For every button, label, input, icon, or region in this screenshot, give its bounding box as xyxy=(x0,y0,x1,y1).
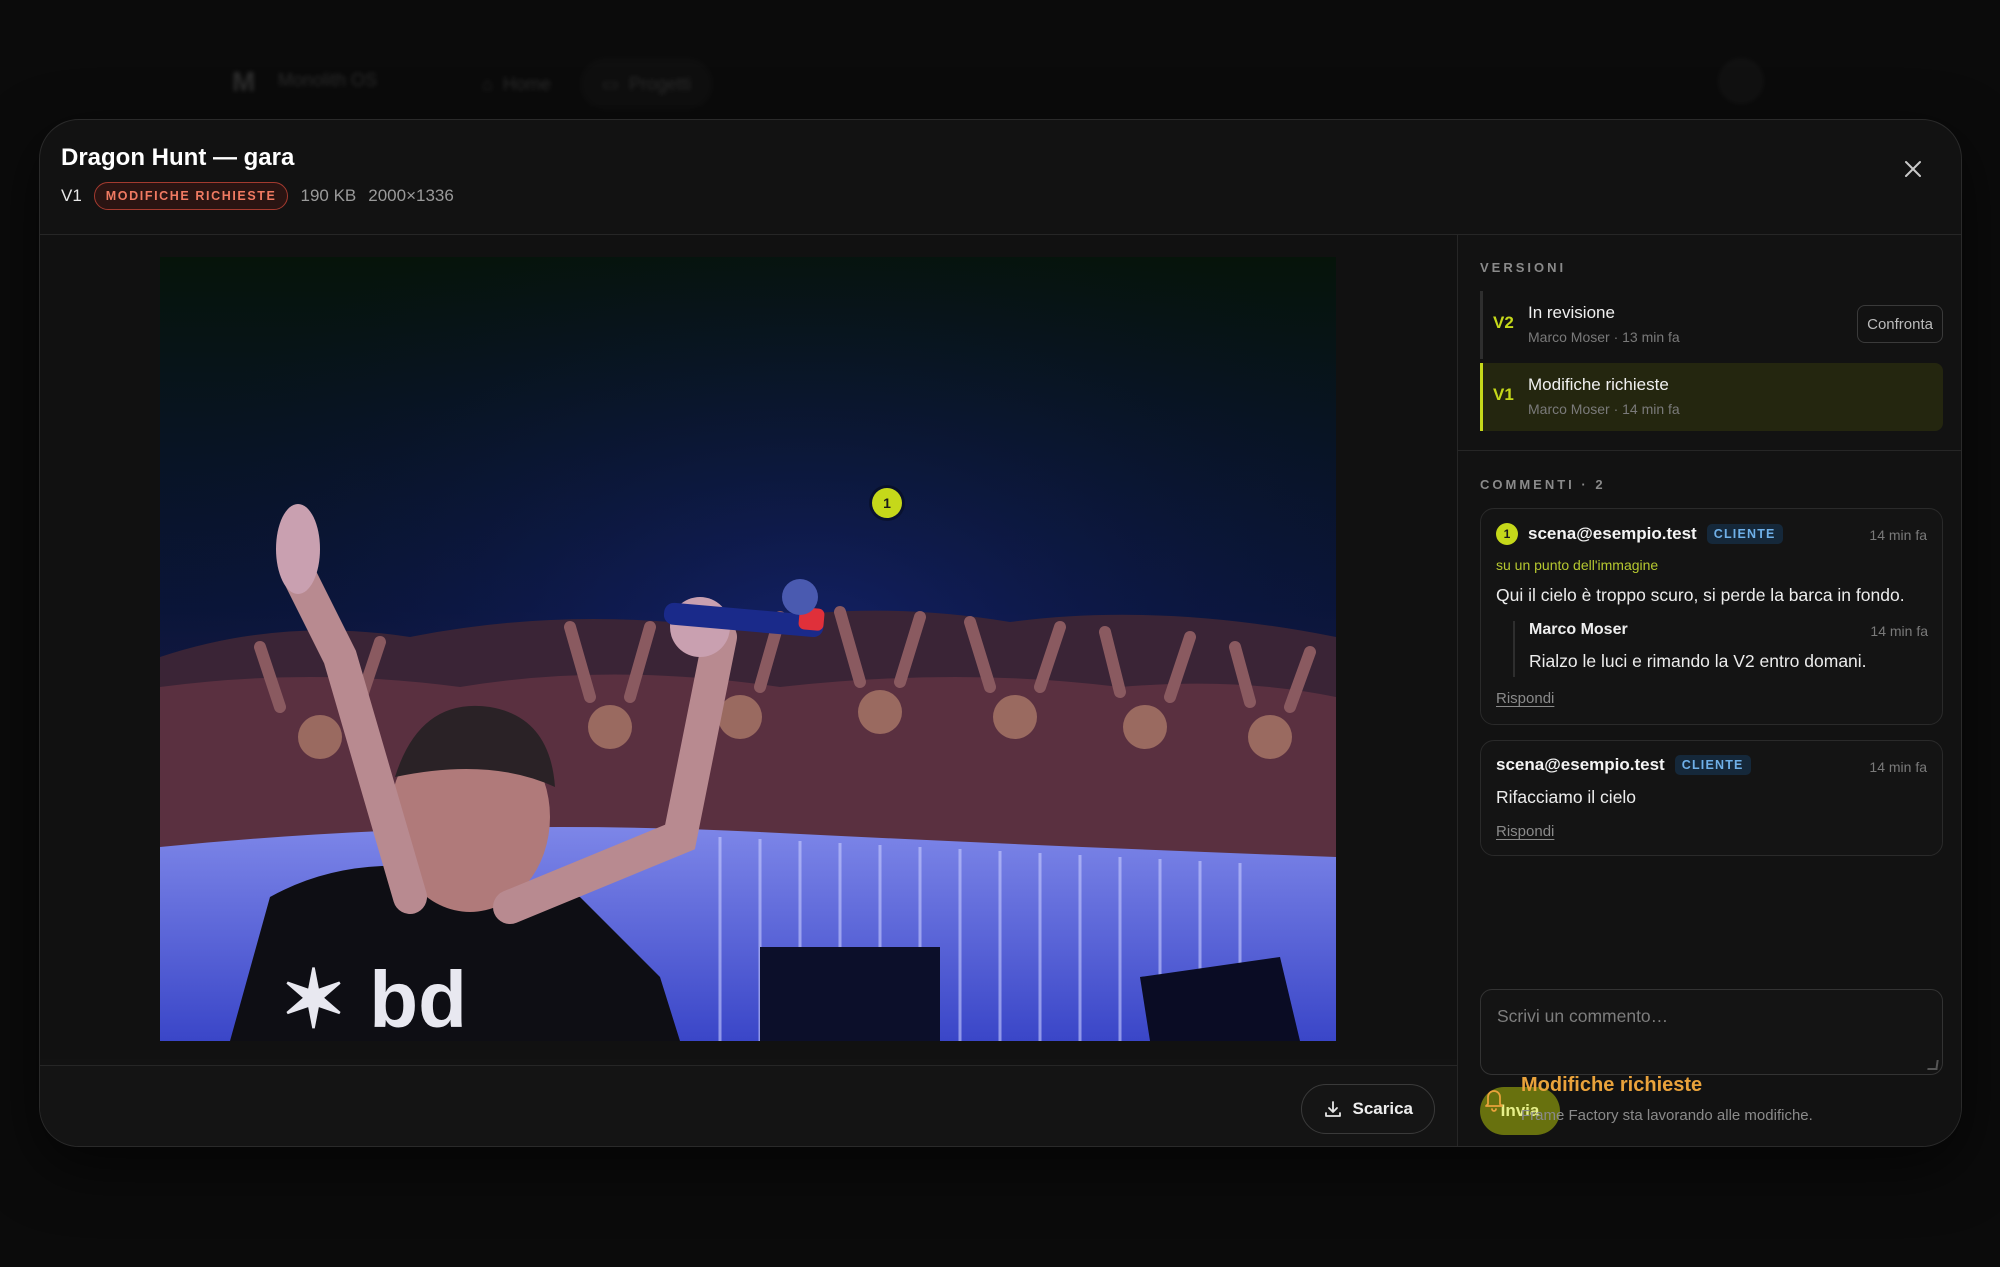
compare-button[interactable]: Confronta xyxy=(1857,305,1943,343)
image-annotation-pin[interactable]: 1 xyxy=(872,488,902,518)
reply-link[interactable]: Rispondi xyxy=(1496,823,1554,840)
viewer-footer: Scarica xyxy=(40,1065,1457,1146)
reply-link[interactable]: Rispondi xyxy=(1496,690,1554,707)
comment-card-1: 1 scena@esempio.test CLIENTE 14 min fa s… xyxy=(1480,508,1943,725)
divider xyxy=(1458,450,1961,451)
asset-meta: V1 MODIFICHE RICHIESTE 190 KB 2000×1336 xyxy=(61,182,454,210)
home-icon: ⌂ xyxy=(482,73,493,94)
notice-text: Frame Factory sta lavorando alle modific… xyxy=(1521,1107,1813,1124)
modal-header: Dragon Hunt — gara V1 MODIFICHE RICHIEST… xyxy=(40,120,1961,235)
concert-photo-image: ✶ bd xyxy=(160,257,1336,1041)
comment-time: 14 min fa xyxy=(1869,527,1927,543)
bell-icon xyxy=(1485,1090,1503,1112)
nav-tab-progetti[interactable]: ▭ Progetti xyxy=(580,58,714,110)
folder-icon: ▭ xyxy=(602,73,620,94)
reply-time: 14 min fa xyxy=(1870,623,1928,639)
status-badge: MODIFICHE RICHIESTE xyxy=(93,182,289,210)
logo-icon: M xyxy=(232,66,256,97)
comment-author: scena@esempio.test xyxy=(1528,524,1697,543)
image-viewer: ✶ bd 1 xyxy=(40,235,1457,1059)
role-badge: CLIENTE xyxy=(1674,755,1751,775)
comment-input-placeholder: Scrivi un commento… xyxy=(1497,1006,1669,1026)
status-notice: Modifiche richieste Frame Factory sta la… xyxy=(1457,1052,1961,1146)
comment-header: scena@esempio.test CLIENTE xyxy=(1496,755,1751,775)
reply-text: Rialzo le luci e rimando la V2 entro dom… xyxy=(1529,651,1867,671)
version-label: V1 xyxy=(61,186,82,205)
role-badge: CLIENTE xyxy=(1706,524,1783,544)
comments-heading: COMMENTI · 2 xyxy=(1480,477,1606,492)
notice-title: Modifiche richieste xyxy=(1521,1074,1703,1096)
close-icon xyxy=(1905,161,1921,177)
download-icon xyxy=(1324,1101,1341,1117)
version-row-v2[interactable]: V2 In revisione Marco Moser · 13 min fa … xyxy=(1480,291,1943,359)
version-meta: Marco Moser · 14 min fa xyxy=(1528,401,1680,417)
nav-tab-home[interactable]: ⌂ Home xyxy=(460,58,573,110)
comment-header: 1 scena@esempio.test CLIENTE xyxy=(1496,523,1783,545)
image-dimensions: 2000×1336 xyxy=(368,186,454,205)
comment-context: su un punto dell'immagine xyxy=(1496,557,1659,573)
comment-card-2: scena@esempio.test CLIENTE 14 min fa Rif… xyxy=(1480,740,1943,856)
download-label: Scarica xyxy=(1352,1099,1414,1118)
file-size: 190 KB xyxy=(300,186,357,205)
brand-name: Monolith OS xyxy=(278,70,378,90)
comment-text: Qui il cielo è troppo scuro, si perde la… xyxy=(1496,585,1905,605)
avatar[interactable] xyxy=(1718,58,1764,104)
versions-heading: VERSIONI xyxy=(1480,260,1567,275)
comment-text: Rifacciamo il cielo xyxy=(1496,787,1637,807)
download-button[interactable]: Scarica xyxy=(1300,1084,1435,1134)
asset-title: Dragon Hunt — gara xyxy=(61,144,295,171)
comment-time: 14 min fa xyxy=(1869,759,1927,775)
review-sidebar: VERSIONI V2 In revisione Marco Moser · 1… xyxy=(1457,235,1961,1146)
version-title: Modifiche richieste xyxy=(1528,375,1669,394)
background-nav: M Monolith OS ⌂ Home ▭ Progetti xyxy=(0,0,2000,120)
concert-photo[interactable]: ✶ bd xyxy=(160,257,1336,1041)
version-meta: Marco Moser · 13 min fa xyxy=(1528,329,1680,345)
asset-review-modal: Dragon Hunt — gara V1 MODIFICHE RICHIEST… xyxy=(39,119,1962,1147)
close-button[interactable] xyxy=(1898,154,1928,184)
comment-author: scena@esempio.test xyxy=(1496,755,1665,774)
version-number: V1 xyxy=(1493,385,1514,404)
version-title: In revisione xyxy=(1528,303,1615,322)
comment-pin-badge[interactable]: 1 xyxy=(1496,523,1518,545)
version-number: V2 xyxy=(1493,313,1514,332)
version-row-v1[interactable]: V1 Modifiche richieste Marco Moser · 14 … xyxy=(1480,363,1943,431)
reply-author: Marco Moser xyxy=(1529,621,1628,638)
comment-reply: Marco Moser 14 min fa Rialzo le luci e r… xyxy=(1513,621,1928,677)
svg-text:✶ bd: ✶ bd xyxy=(280,955,467,1041)
